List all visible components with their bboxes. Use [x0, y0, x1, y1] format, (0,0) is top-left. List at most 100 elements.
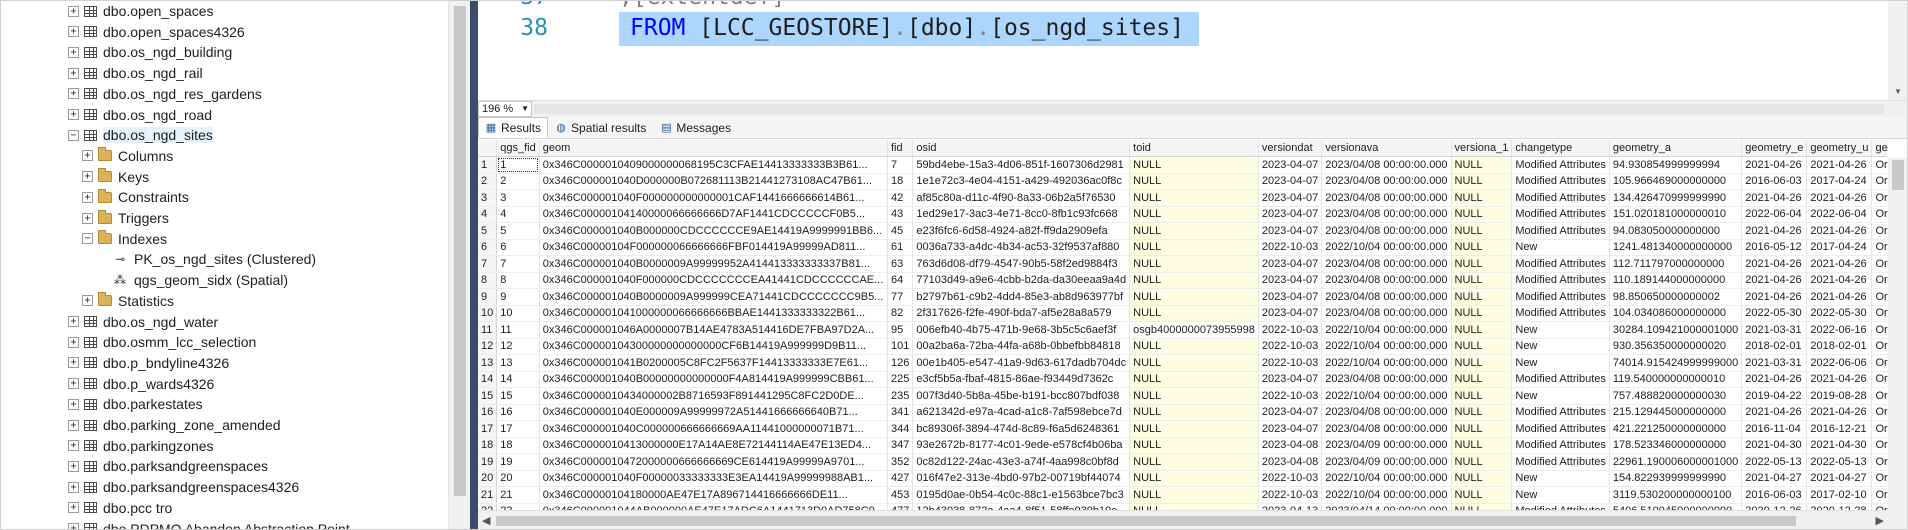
table-cell[interactable]: 94.083050000000000	[1609, 222, 1743, 240]
table-cell[interactable]: 1ed29e17-3ac3-4e71-8cc0-8fb1c93fc668	[912, 206, 1131, 223]
table-cell[interactable]: 2021-03-31	[1741, 321, 1808, 339]
grid-scrollbar-thumb[interactable]	[1892, 160, 1904, 190]
table-cell[interactable]: 2023-04-07	[1258, 156, 1323, 174]
table-cell[interactable]: 126	[887, 354, 914, 372]
table-cell[interactable]: 427	[887, 470, 914, 487]
table-cell[interactable]: Ordnance Sur	[1871, 272, 1888, 289]
table-cell[interactable]: 2022-06-16	[1806, 321, 1873, 339]
table-cell[interactable]: 101	[887, 338, 914, 355]
table-cell[interactable]: 2021-04-26	[1806, 189, 1873, 207]
table-cell[interactable]: 0x346C000001040B0000009A99999952A4144133…	[539, 255, 889, 273]
table-cell[interactable]: 2023-04-08	[1258, 437, 1323, 454]
expand-icon[interactable]: +	[68, 419, 79, 431]
pane-splitter[interactable]	[470, 0, 478, 530]
tree-item[interactable]: + dbo.os_ngd_building	[68, 42, 232, 62]
table-cell[interactable]: 4	[496, 206, 540, 223]
row-number[interactable]: 11	[478, 321, 498, 339]
row-number[interactable]: 6	[478, 239, 498, 256]
row-number[interactable]: 7	[478, 255, 498, 273]
table-cell[interactable]: 22	[496, 503, 540, 510]
zoom-select[interactable]: 196 % ▼	[478, 101, 532, 117]
table-row[interactable]: 1 1 0x346C0000010409000000068195C3CFAE1441…	[478, 156, 1888, 174]
column-header[interactable]: versionava	[1321, 140, 1452, 157]
table-cell[interactable]: 016f47e2-313e-4bd0-97b2-00719bf44074	[912, 470, 1131, 487]
column-header[interactable]: toid	[1129, 140, 1259, 157]
table-cell[interactable]: 2022-05-13	[1741, 453, 1808, 471]
table-cell[interactable]: 2022-10-03	[1258, 387, 1323, 405]
row-number[interactable]: 1	[478, 156, 498, 174]
grid-horizontal-scrollbar[interactable]: ◀ ▶	[478, 510, 1888, 530]
table-cell[interactable]: 2016-12-21	[1806, 420, 1873, 438]
table-cell[interactable]: 2023-04-07	[1258, 404, 1323, 421]
table-cell[interactable]: 0x346C0000010472000000666666669CE614419A…	[539, 453, 889, 471]
table-cell[interactable]: Modified Attributes	[1511, 255, 1610, 273]
table-cell[interactable]: 2022/10/04 00:00:00.000	[1321, 387, 1452, 405]
table-cell[interactable]: 2023/04/08 00:00:00.000	[1321, 420, 1452, 438]
table-cell[interactable]: 477	[887, 503, 914, 510]
table-cell[interactable]: Ordnance Sur	[1871, 387, 1888, 405]
table-cell[interactable]: NULL	[1451, 189, 1513, 207]
table-row[interactable]: 22220x346C000001044AB000000AE47E17ADC6A1…	[478, 503, 1888, 510]
table-cell[interactable]: 2021-04-27	[1806, 470, 1873, 487]
table-cell[interactable]: 7	[887, 156, 914, 174]
expand-icon[interactable]: +	[68, 440, 79, 452]
table-cell[interactable]: 2018-02-01	[1806, 338, 1873, 355]
table-cell[interactable]: 0x346C0000010413000000E17A14AE8E72144114…	[539, 437, 889, 454]
row-number[interactable]: 14	[478, 371, 498, 388]
tree-item[interactable]: + Columns	[82, 146, 173, 166]
table-cell[interactable]: 0x346C000001046A0000007B14AE4783A514416D…	[539, 321, 889, 339]
table-cell[interactable]: 2022/10/04 00:00:00.000	[1321, 321, 1452, 339]
column-header[interactable]: versiondat	[1258, 140, 1323, 157]
table-cell[interactable]: 2022/10/04 00:00:00.000	[1321, 486, 1452, 504]
table-cell[interactable]: NULL	[1451, 206, 1513, 223]
row-number[interactable]: 18	[478, 437, 498, 454]
table-cell[interactable]: Ordnance Sur	[1871, 453, 1888, 471]
table-cell[interactable]: NULL	[1451, 321, 1513, 339]
table-cell[interactable]: Ordnance Sur	[1871, 288, 1888, 306]
table-cell[interactable]: 13	[496, 354, 540, 372]
table-cell[interactable]: Ordnance Sur	[1871, 173, 1888, 190]
table-cell[interactable]: 2021-04-26	[1741, 156, 1808, 174]
table-cell[interactable]: New	[1511, 321, 1610, 339]
table-cell[interactable]: 2022/10/04 00:00:00.000	[1321, 338, 1452, 355]
table-cell[interactable]: 2022/10/04 00:00:00.000	[1321, 354, 1452, 372]
table-row[interactable]: 9 9 0x346C000001040B0000009A999999CEA71441…	[478, 288, 1888, 306]
chevron-down-icon[interactable]: ▼	[521, 102, 529, 116]
table-row[interactable]: 21 21 0x346C00000104180000AE47E17A89671441…	[478, 486, 1888, 504]
table-cell[interactable]: 2023/04/08 00:00:00.000	[1321, 156, 1452, 174]
table-cell[interactable]: 105.966469000000000	[1609, 173, 1743, 190]
table-cell[interactable]: 757.488820000000030	[1609, 387, 1743, 405]
table-cell[interactable]: 178.523346000000000	[1609, 437, 1743, 454]
table-cell[interactable]: 2023/04/09 00:00:00.000	[1321, 437, 1452, 454]
table-cell[interactable]: 2023/04/08 00:00:00.000	[1321, 371, 1452, 388]
table-row[interactable]: 12 12 0x346C00000104300000000000000CF6B144…	[478, 338, 1888, 355]
table-cell[interactable]: osgb4000000073955998	[1129, 321, 1259, 339]
tree-item[interactable]: + dbo.osmm_lcc_selection	[68, 332, 256, 352]
table-cell[interactable]: 2022-10-03	[1258, 470, 1323, 487]
table-cell[interactable]: 0c82d122-24ac-43e3-a74f-4aa998c0bf8d	[912, 453, 1131, 471]
table-cell[interactable]: Ordnance Sur	[1871, 239, 1888, 256]
table-row[interactable]: 17 17 0x346C000001040C000000666666669AA114…	[478, 420, 1888, 438]
table-cell[interactable]: 2023/04/08 00:00:00.000	[1321, 404, 1452, 421]
tree-item[interactable]: ⊸ PK_os_ngd_sites (Clustered)	[96, 249, 316, 269]
table-cell[interactable]: Ordnance Sur	[1871, 486, 1888, 504]
table-cell[interactable]: 2021-04-26	[1741, 371, 1808, 388]
table-cell[interactable]: 2023/04/08 00:00:00.000	[1321, 255, 1452, 273]
table-cell[interactable]: Ordnance Sur	[1871, 338, 1888, 355]
table-cell[interactable]: 2023-04-07	[1258, 420, 1323, 438]
table-cell[interactable]: NULL	[1451, 354, 1513, 372]
table-cell[interactable]: Ordnance Sur	[1871, 156, 1888, 174]
table-cell[interactable]: 3119.530200000000100	[1609, 486, 1743, 504]
row-number[interactable]: 13	[478, 354, 498, 372]
table-cell[interactable]: 2023-04-07	[1258, 305, 1323, 322]
table-cell[interactable]: 2020-12-26	[1741, 503, 1808, 510]
table-cell[interactable]: NULL	[1451, 453, 1513, 471]
table-cell[interactable]: 2023/04/14 00:00:00.000	[1321, 503, 1452, 510]
column-header[interactable]	[478, 140, 498, 157]
table-cell[interactable]: 18	[887, 173, 914, 190]
table-cell[interactable]: 2021-04-26	[1741, 288, 1808, 306]
table-cell[interactable]: Ordnance Sur	[1871, 437, 1888, 454]
table-cell[interactable]: 104.034086000000000	[1609, 305, 1743, 322]
table-row[interactable]: 8 8 0x346C000001040F000000CDCCCCCCCEA41441…	[478, 272, 1888, 289]
column-header[interactable]: qgs_fid	[496, 140, 540, 157]
